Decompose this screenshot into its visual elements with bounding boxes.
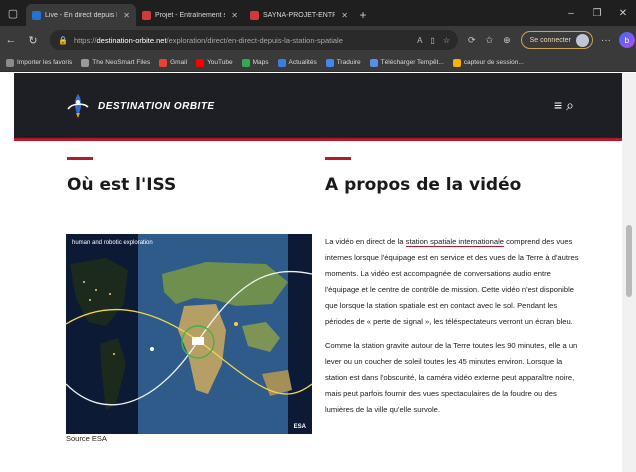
- copilot-icon[interactable]: b: [618, 32, 635, 48]
- url-prefix: https://: [73, 35, 97, 45]
- left-accent-bar: [67, 157, 93, 160]
- page-icon: [81, 58, 90, 67]
- map-label: human and robotic exploration: [72, 240, 153, 246]
- back-icon[interactable]: ←: [0, 34, 22, 46]
- tab-actions-icon[interactable]: ▢: [0, 0, 26, 26]
- window-controls: – ❐ ✕: [558, 0, 636, 26]
- tab-title: Projet - Entraînement sur les bases: [155, 11, 225, 19]
- new-tab-button[interactable]: +: [354, 4, 372, 26]
- site-header: DESTINATION ORBITE ≡ ⌕: [14, 73, 622, 141]
- restore-icon[interactable]: ❐: [584, 8, 610, 19]
- site-favicon-icon: [32, 10, 41, 20]
- bookmark-youtube[interactable]: YouTube: [196, 58, 233, 67]
- bookmark-telecharger[interactable]: Télécharger Tempêt...: [369, 58, 444, 67]
- bookmark-maps[interactable]: Maps: [241, 58, 269, 67]
- close-icon[interactable]: ✕: [341, 11, 348, 20]
- section-title-iss-location: Où est l'ISS: [67, 175, 177, 195]
- bookmark-gmail[interactable]: Gmail: [159, 58, 187, 67]
- minimize-icon[interactable]: –: [558, 8, 584, 19]
- close-window-icon[interactable]: ✕: [610, 8, 636, 19]
- bookmark-icon: [6, 58, 14, 67]
- logo-text: DESTINATION ORBITE: [98, 100, 215, 112]
- translate-icon: [325, 58, 334, 67]
- page-viewport: DESTINATION ORBITE ≡ ⌕ Où est l'ISS A pr…: [0, 73, 636, 472]
- gmail-icon: [159, 58, 168, 67]
- close-icon[interactable]: ✕: [231, 11, 238, 20]
- address-toolbar: ← ↻ 🔒 https://destination-orbite.net/exp…: [0, 26, 636, 54]
- tab-projet[interactable]: Projet - Entraînement sur les bases ✕: [136, 4, 244, 26]
- close-icon[interactable]: ✕: [123, 11, 130, 20]
- news-icon: [277, 58, 286, 67]
- read-aloud-icon[interactable]: A: [417, 36, 422, 45]
- sign-in-label: Se connecter: [529, 36, 571, 44]
- bookmark-actualites[interactable]: Actualités: [277, 58, 317, 67]
- bookmark-neosmart[interactable]: The NeoSmart Files: [81, 58, 150, 67]
- scrollbar-thumb[interactable]: [626, 225, 632, 297]
- sign-in-button[interactable]: Se connecter: [520, 31, 593, 49]
- right-accent-bar: [325, 157, 351, 160]
- page-scrollbar[interactable]: [622, 73, 636, 472]
- search-icon[interactable]: ⌕: [566, 97, 574, 114]
- youtube-icon: [196, 58, 205, 67]
- bookmarks-bar: Importer les favoris The NeoSmart Files …: [0, 54, 636, 72]
- video-description-paragraph: La vidéo en direct de la station spatial…: [325, 237, 579, 326]
- site-logo[interactable]: DESTINATION ORBITE: [66, 93, 215, 119]
- map-footer-label: ESA: [293, 424, 306, 430]
- tab-live-iss[interactable]: Live - En direct depuis l'ISS ✕: [26, 4, 136, 26]
- iss-link[interactable]: station spatiale internationale: [405, 237, 505, 247]
- menu-icon[interactable]: ≡: [554, 97, 562, 114]
- tab-title: SAYNA-PROJET-ENTRAINEMENT: [263, 11, 336, 19]
- chrome-icon: [452, 58, 461, 67]
- bookmark-traduire[interactable]: Traduire: [325, 58, 361, 67]
- bookmark-capteur[interactable]: capteur de session...: [452, 58, 524, 67]
- section-title-about-video: A propos de la vidéo: [325, 175, 522, 195]
- url-host: destination-orbite.net: [96, 35, 167, 45]
- site-favicon-icon: [250, 10, 259, 20]
- rocket-logo-icon: [67, 94, 89, 118]
- site-favicon-icon: [142, 10, 151, 20]
- bookmark-import[interactable]: Importer les favoris: [6, 58, 72, 67]
- collections-icon[interactable]: ⊕: [503, 35, 511, 46]
- world-map-graphic: [66, 234, 312, 434]
- url-path: /exploration/direct/en-direct-depuis-la-…: [166, 35, 343, 45]
- refresh-icon[interactable]: ↻: [22, 34, 44, 47]
- tab-sayna[interactable]: SAYNA-PROJET-ENTRAINEMENT ✕: [244, 4, 354, 26]
- address-bar[interactable]: 🔒 https://destination-orbite.net/explora…: [50, 30, 458, 50]
- map-caption: Source ESA: [66, 434, 107, 443]
- orbit-description-paragraph: Comme la station gravite autour de la Te…: [325, 341, 578, 414]
- tab-strip: ▢ Live - En direct depuis l'ISS ✕ Projet…: [0, 0, 636, 26]
- more-options-icon[interactable]: ···: [601, 35, 611, 46]
- favorites-icon[interactable]: ✩: [486, 35, 494, 46]
- lock-icon[interactable]: 🔒: [58, 36, 68, 45]
- refresh-page-icon[interactable]: ⟳: [468, 35, 476, 46]
- tab-title: Live - En direct depuis l'ISS: [45, 11, 117, 19]
- iss-tracker-map: human and robotic exploration ESA: [66, 234, 312, 434]
- download-icon: [369, 58, 378, 67]
- maps-icon: [241, 58, 250, 67]
- split-screen-icon[interactable]: ▯: [430, 36, 434, 45]
- favorite-star-icon[interactable]: ☆: [443, 36, 450, 45]
- profile-avatar-icon: [575, 33, 589, 47]
